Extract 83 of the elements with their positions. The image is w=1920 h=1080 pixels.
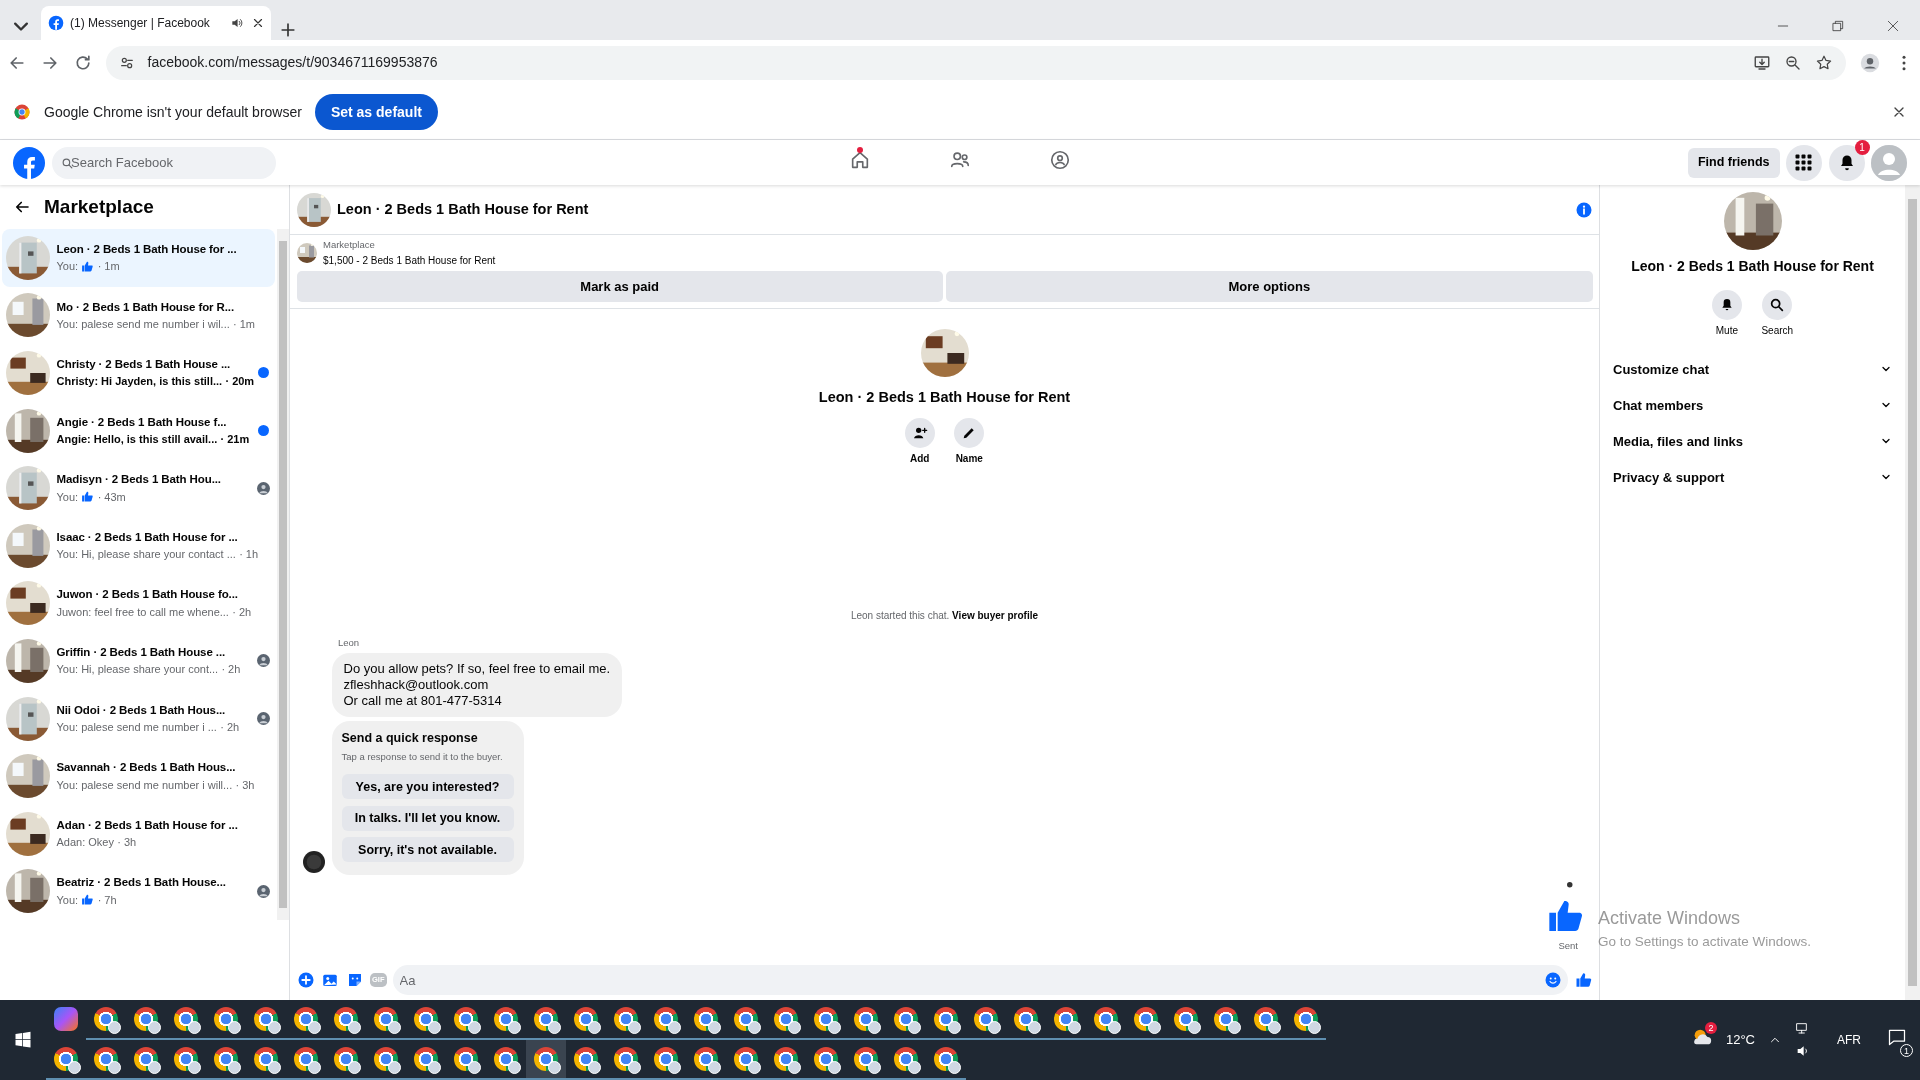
- message-line: Do you allow pets? If so, feel free to email me.: [343, 661, 611, 678]
- message-preview: You: Hi, please share your cont...: [56, 662, 219, 678]
- conversation-title: Nii Odoi · 2 Beds 1 Bath Hous...: [56, 702, 227, 718]
- conversation-item[interactable]: Adan · 2 Beds 1 Bath House for ... Adan: Okey · 3h: [2, 804, 276, 863]
- details-section[interactable]: Privacy & support: [1600, 459, 1905, 496]
- details-section[interactable]: Chat members: [1600, 387, 1905, 424]
- message-preview: You:: [56, 489, 79, 505]
- message-preview: You: palese send me number i ...: [56, 719, 217, 735]
- listing-label: Marketplace: [323, 238, 376, 253]
- conversation-item[interactable]: Griffin · 2 Beds 1 Bath House ... You: Hi, please share your cont... · 2h: [2, 632, 276, 690]
- chat-notice: Leon started this chat.: [850, 609, 950, 621]
- message-time: · 3h: [235, 777, 255, 793]
- more-options-button[interactable]: More options: [946, 270, 1593, 302]
- conversation-name: Leon · 2 Beds 1 Bath House for Rent: [1631, 257, 1874, 276]
- message-time: · 1m: [97, 259, 120, 275]
- message-line: zfleshhack@outlook.com: [343, 677, 490, 694]
- quick-response-button[interactable]: Yes, are you interested?: [341, 774, 514, 799]
- conversation-title: Madisyn · 2 Beds 1 Bath Hou...: [56, 472, 222, 488]
- conversation-item[interactable]: Nii Odoi · 2 Beds 1 Bath Hous... You: palese send me number i ... · 2h: [2, 689, 276, 748]
- conversation-title: Mo · 2 Beds 1 Bath House for R...: [56, 299, 236, 315]
- chat-intro-title: Leon · 2 Beds 1 Bath House for Rent: [818, 387, 1071, 407]
- conversation-item[interactable]: Juwon · 2 Beds 1 Bath House fo... Juwon: feel free to call me whene... · 2h: [2, 574, 276, 633]
- quick-response-subtitle: Tap a response to send it to the buyer.: [341, 749, 504, 764]
- activation-subtitle: Go to Settings to activate Windows.: [1598, 933, 1812, 951]
- quick-response-title: Send a quick response: [341, 729, 479, 746]
- message-time: · 3h: [117, 835, 137, 851]
- message-time: · 2h: [232, 604, 252, 620]
- temperature-text[interactable]: 12°C: [1725, 1030, 1755, 1050]
- message-time: · 2h: [220, 719, 240, 735]
- notification-count: 1: [1900, 1043, 1913, 1057]
- conversation-item[interactable]: Madisyn · 2 Beds 1 Bath Hou... You: · 43m: [2, 459, 276, 517]
- message-preview: You: Hi, please share your contact ...: [56, 547, 236, 563]
- find-friends-button[interactable]: Find friends: [1687, 147, 1780, 178]
- conversation-title: Christy · 2 Beds 1 Bath House ...: [56, 357, 232, 373]
- message-preview: You:: [56, 259, 79, 275]
- infobar-message: Google Chrome isn't your default browser: [44, 102, 302, 122]
- sent-status: Sent: [1558, 939, 1578, 954]
- conversation-item[interactable]: Beatriz · 2 Beds 1 Bath House... You: · 7h: [2, 862, 276, 921]
- conversation-title: Juwon · 2 Beds 1 Bath House fo...: [56, 587, 239, 603]
- mark-as-paid-button[interactable]: Mark as paid: [296, 270, 943, 302]
- message-time: · 2h: [221, 662, 241, 678]
- conversation-item[interactable]: Christy · 2 Beds 1 Bath House ... Christy: Hi Jayden, is this still... · 20m: [2, 344, 276, 402]
- conversation-title: Angie · 2 Beds 1 Bath House f...: [56, 414, 228, 430]
- message-time: · 21m: [220, 431, 250, 447]
- message-preview: Juwon: feel free to call me whene...: [56, 604, 229, 620]
- message-time: · 43m: [97, 489, 126, 505]
- message-time: · 20m: [225, 374, 255, 390]
- quick-response-button[interactable]: Sorry, it's not available.: [341, 837, 514, 862]
- conversation-title: Isaac · 2 Beds 1 Bath House for ...: [56, 529, 239, 545]
- conversation-title: Griffin · 2 Beds 1 Bath House ...: [56, 645, 227, 661]
- conversation-title: Beatriz · 2 Beds 1 Bath House...: [56, 875, 227, 891]
- input-language[interactable]: AFR: [1837, 1031, 1861, 1049]
- conversation-title: Adan · 2 Beds 1 Bath House for ...: [56, 817, 239, 833]
- message-preview: Adan: Okey: [56, 835, 114, 851]
- message-line: Or call me at 801-477-5314: [343, 693, 503, 710]
- message-time: · 1m: [233, 316, 255, 332]
- weather-badge: 2: [1704, 1022, 1717, 1035]
- message-preview: You:: [56, 892, 79, 908]
- message-time: · 7h: [97, 892, 117, 908]
- message-preview: You: palese send me number i wil...: [56, 316, 230, 332]
- message-preview: You: palese send me number i will...: [56, 777, 233, 793]
- sender-name: Leon: [338, 635, 361, 650]
- details-section[interactable]: Media, files and links: [1600, 423, 1905, 460]
- conversation-title: Savannah · 2 Beds 1 Bath Hous...: [56, 760, 237, 776]
- conversation-item[interactable]: Angie · 2 Beds 1 Bath House f... Angie: Hello, is this still avail... · 21m: [2, 401, 276, 460]
- set-default-button[interactable]: Set as default: [314, 94, 438, 130]
- search-field[interactable]: Search Facebook: [51, 146, 276, 179]
- conversation-item[interactable]: Savannah · 2 Beds 1 Bath Hous... You: palese send me number i will... · 3h: [2, 747, 276, 805]
- message-input[interactable]: Aa: [393, 965, 1568, 995]
- sidebar-title: Marketplace: [44, 194, 154, 219]
- quick-response-button[interactable]: In talks. I'll let you know.: [341, 805, 514, 831]
- conversation-item[interactable]: Isaac · 2 Beds 1 Bath House for ... You: Hi, please share your contact ... · 1h: [2, 516, 276, 575]
- details-section[interactable]: Customize chat: [1600, 351, 1905, 388]
- message-preview: Christy: Hi Jayden, is this still...: [56, 374, 223, 390]
- conversation-title: Leon · 2 Beds 1 Bath House for ...: [56, 241, 238, 257]
- listing-detail: $1,500 - 2 Beds 1 Bath House for Rent: [323, 253, 496, 268]
- message-time: · 1h: [239, 547, 259, 563]
- conversation-item[interactable]: Mo · 2 Beds 1 Bath House for R... You: palese send me number i wil... · 1m: [2, 286, 276, 345]
- message-preview: Angie: Hello, is this still avail...: [56, 431, 218, 447]
- conversation-item[interactable]: Leon · 2 Beds 1 Bath House for ... You: · 1m: [2, 229, 276, 287]
- view-buyer-profile-link[interactable]: View buyer profile: [952, 609, 1039, 621]
- activation-title: Activate Windows: [1598, 907, 1742, 930]
- chat-title: Leon · 2 Beds 1 Bath House for Rent: [337, 199, 590, 219]
